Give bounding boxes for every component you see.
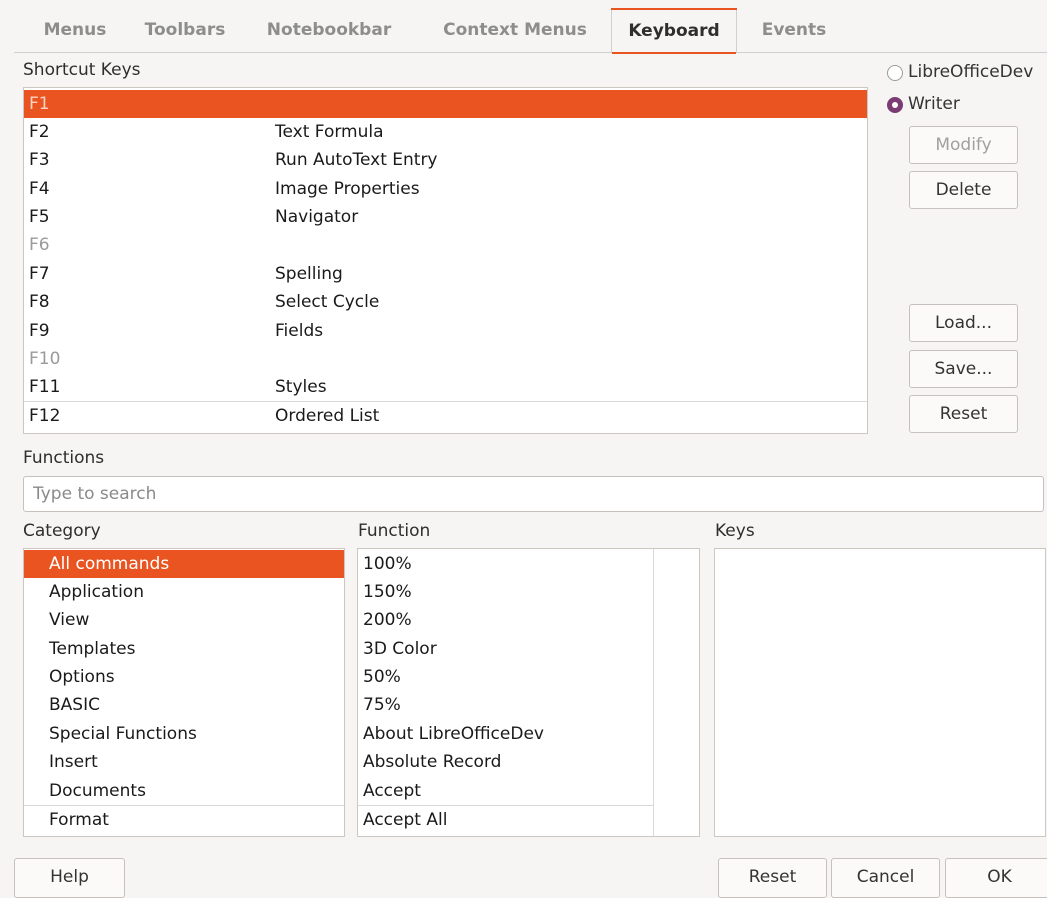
shortcut-command: Spelling [275, 264, 343, 284]
cancel-button[interactable]: Cancel [831, 858, 940, 898]
radio-unchecked-icon [887, 65, 903, 81]
radio-label: Writer [908, 94, 960, 114]
save-button[interactable]: Save... [909, 350, 1018, 388]
shortcut-command: Image Properties [275, 179, 420, 199]
shortcut-row[interactable]: F7 Spelling [24, 260, 867, 288]
shortcut-row[interactable]: F4 Image Properties [24, 175, 867, 203]
shortcut-row[interactable]: F8 Select Cycle [24, 288, 867, 316]
shortcut-key: F1 [29, 94, 50, 114]
category-list[interactable]: All commands Application View Templates … [23, 548, 345, 837]
function-item[interactable]: Absolute Record [358, 748, 653, 776]
shortcut-key: F5 [29, 207, 50, 227]
tab-bar: Menus Toolbars Notebookbar Context Menus… [14, 8, 1047, 54]
reset-keys-button[interactable]: Reset [909, 395, 1018, 433]
shortcut-row[interactable]: F10 [24, 345, 867, 373]
function-item[interactable]: Accept All [358, 805, 653, 834]
category-item[interactable]: Special Functions [24, 720, 344, 748]
category-item[interactable]: Templates [24, 635, 344, 663]
column-divider [653, 549, 654, 836]
keys-list[interactable] [714, 548, 1046, 837]
reset-button[interactable]: Reset [718, 858, 827, 898]
search-input[interactable] [24, 477, 1011, 511]
tab-keyboard[interactable]: Keyboard [611, 8, 737, 54]
shortcut-row[interactable]: F2 Text Formula [24, 118, 867, 146]
function-item[interactable]: Accept [358, 777, 653, 805]
tab-menus[interactable]: Menus [28, 8, 122, 52]
function-item[interactable]: 50% [358, 663, 653, 691]
load-button[interactable]: Load... [909, 304, 1018, 342]
category-label: Category [23, 521, 101, 541]
shortcut-row[interactable]: F5 Navigator [24, 203, 867, 231]
shortcut-row[interactable]: F11 Styles [24, 373, 867, 401]
shortcut-command: Fields [275, 321, 324, 341]
shortcut-key: F11 [29, 377, 61, 397]
category-item[interactable]: Options [24, 663, 344, 691]
shortcut-key: F6 [29, 235, 50, 255]
keys-label: Keys [715, 521, 755, 541]
radio-label: LibreOfficeDev [908, 62, 1034, 82]
category-item[interactable]: All commands [24, 550, 344, 578]
shortcut-row[interactable]: F1 [24, 90, 867, 118]
search-field[interactable] [23, 476, 1044, 512]
function-item[interactable]: About LibreOfficeDev [358, 720, 653, 748]
shortcut-key: F3 [29, 150, 50, 170]
category-item[interactable]: BASIC [24, 691, 344, 719]
modify-button[interactable]: Modify [909, 126, 1018, 164]
tab-events[interactable]: Events [744, 8, 844, 52]
category-item[interactable]: Format [24, 805, 344, 834]
shortcut-command: Styles [275, 377, 327, 397]
help-button[interactable]: Help [14, 858, 125, 898]
function-label: Function [358, 521, 431, 541]
tab-toolbars[interactable]: Toolbars [130, 8, 240, 52]
shortcut-row[interactable]: F12 Ordered List [24, 401, 867, 430]
tab-context-menus[interactable]: Context Menus [424, 8, 606, 52]
shortcut-key: F7 [29, 264, 50, 284]
shortcut-keys-list[interactable]: F1 F2 Text Formula F3 Run AutoText Entry F… [23, 87, 868, 434]
shortcut-command: Navigator [275, 207, 359, 227]
shortcut-command: Text Formula [275, 122, 384, 142]
function-item[interactable]: 200% [358, 606, 653, 634]
function-item[interactable]: 75% [358, 691, 653, 719]
function-item[interactable]: 3D Color [358, 635, 653, 663]
tab-notebookbar[interactable]: Notebookbar [254, 8, 404, 52]
shortcut-row[interactable]: F9 Fields [24, 317, 867, 345]
functions-label: Functions [23, 448, 105, 468]
category-item[interactable]: Insert [24, 748, 344, 776]
shortcut-key: F8 [29, 292, 50, 312]
function-list[interactable]: 100% 150% 200% 3D Color 50% 75% About Li… [357, 548, 700, 837]
shortcut-row[interactable]: F3 Run AutoText Entry [24, 146, 867, 174]
shortcut-key: F9 [29, 321, 50, 341]
shortcut-command: Select Cycle [275, 292, 380, 312]
shortcut-keys-label: Shortcut Keys [23, 60, 141, 80]
category-item[interactable]: Application [24, 578, 344, 606]
radio-checked-icon [887, 97, 903, 113]
shortcut-key: F10 [29, 349, 61, 369]
function-item[interactable]: 150% [358, 578, 653, 606]
category-item[interactable]: Documents [24, 777, 344, 805]
ok-button[interactable]: OK [945, 858, 1047, 898]
shortcut-key: F4 [29, 179, 50, 199]
shortcut-key: F12 [29, 406, 61, 426]
shortcut-row[interactable]: F6 [24, 231, 867, 259]
shortcut-key: F2 [29, 122, 50, 142]
function-item[interactable]: 100% [358, 550, 653, 578]
shortcut-command: Ordered List [275, 406, 380, 426]
category-item[interactable]: View [24, 606, 344, 634]
delete-button[interactable]: Delete [909, 171, 1018, 209]
shortcut-command: Run AutoText Entry [275, 150, 438, 170]
